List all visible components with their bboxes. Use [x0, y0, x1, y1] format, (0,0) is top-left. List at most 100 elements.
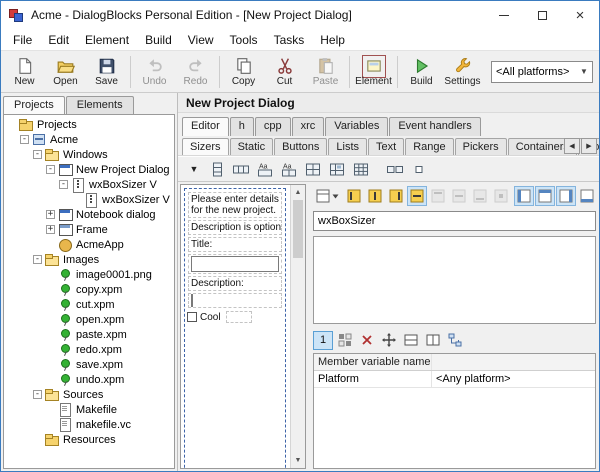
align-centre-v-icon[interactable]: [449, 186, 469, 206]
tree-item[interactable]: copy.xpm: [4, 282, 174, 297]
member-table-row[interactable]: Platform <Any platform>: [314, 371, 595, 388]
tree-item[interactable]: save.xpm: [4, 357, 174, 372]
tree-item[interactable]: image0001.png: [4, 267, 174, 282]
menu-view[interactable]: View: [180, 31, 222, 49]
member-count-button[interactable]: 1: [313, 331, 333, 350]
border-left-icon[interactable]: [514, 186, 534, 206]
tree-item[interactable]: paste.xpm: [4, 327, 174, 342]
align-centre-h-icon[interactable]: [365, 186, 385, 206]
preview-checkbox-row[interactable]: Cool: [187, 311, 283, 323]
scrollbar-thumb[interactable]: [293, 200, 303, 258]
menu-build[interactable]: Build: [137, 31, 180, 49]
tree-item[interactable]: undo.xpm: [4, 372, 174, 387]
tab-pickers[interactable]: Pickers: [455, 138, 507, 155]
wxGridSizer-icon[interactable]: [302, 159, 324, 179]
tree-item[interactable]: - Images: [4, 252, 174, 267]
element-button[interactable]: Element: [353, 51, 394, 92]
title-field[interactable]: [191, 256, 279, 272]
tree-item[interactable]: - Sources: [4, 387, 174, 402]
tab-buttons[interactable]: Buttons: [274, 138, 327, 155]
tab-event-handlers[interactable]: Event handlers: [389, 117, 480, 136]
tree-item[interactable]: - New Project Dialog: [4, 162, 174, 177]
scroll-up-icon[interactable]: ▲: [291, 185, 305, 200]
preview-description-field-wrap[interactable]: [188, 293, 282, 308]
border-top-icon[interactable]: [535, 186, 555, 206]
close-button[interactable]: ×: [561, 1, 599, 29]
preview-title-label[interactable]: Title:: [188, 237, 282, 252]
tree-item[interactable]: AcmeApp: [4, 237, 174, 252]
preview-intro-text[interactable]: Please enter details for the new project…: [188, 192, 282, 218]
new-button[interactable]: New: [4, 51, 45, 92]
description-field[interactable]: [191, 294, 193, 307]
wxGridBagSizer-icon[interactable]: [350, 159, 372, 179]
tab-xrc[interactable]: xrc: [292, 117, 325, 136]
tree-expander[interactable]: -: [46, 165, 55, 174]
tree-expander[interactable]: -: [33, 255, 42, 264]
platform-select[interactable]: <All platforms> ▼: [491, 61, 593, 83]
canvas-vertical-scrollbar[interactable]: ▲ ▼: [290, 185, 305, 468]
paste-button[interactable]: Paste: [305, 51, 346, 92]
dialog-preview[interactable]: Please enter details for the new project…: [184, 188, 286, 468]
tree-expander[interactable]: +: [46, 225, 55, 234]
platform-value-cell[interactable]: <Any platform>: [432, 373, 595, 385]
tree-item[interactable]: + Notebook dialog: [4, 207, 174, 222]
tree-item[interactable]: Projects: [4, 117, 174, 132]
tab-cpp[interactable]: cpp: [255, 117, 291, 136]
tree-expander[interactable]: +: [46, 210, 55, 219]
tree-item[interactable]: redo.xpm: [4, 342, 174, 357]
tab-static[interactable]: Static: [230, 138, 274, 155]
cut-button[interactable]: Cut: [264, 51, 305, 92]
tree-expander[interactable]: -: [33, 150, 42, 159]
save-button[interactable]: Save: [86, 51, 127, 92]
tab-text[interactable]: Text: [368, 138, 404, 155]
platform-cell[interactable]: Platform: [314, 371, 432, 387]
align-right-icon[interactable]: [386, 186, 406, 206]
tab-h[interactable]: h: [230, 117, 254, 136]
hierarchy-icon[interactable]: [445, 331, 465, 350]
wxFlexGridSizer-icon[interactable]: [326, 159, 348, 179]
tree-item[interactable]: wxBoxSizer V: [4, 192, 174, 207]
tree-expander[interactable]: -: [33, 390, 42, 399]
tree-item[interactable]: - Windows: [4, 147, 174, 162]
tab-elements[interactable]: Elements: [66, 96, 134, 114]
move-icon[interactable]: [379, 331, 399, 350]
palette-dropdown-icon[interactable]: ▼: [184, 159, 204, 179]
wxStdDialogButtonSizer-icon[interactable]: [384, 159, 406, 179]
tree-item[interactable]: makefile.vc: [4, 417, 174, 432]
align-bottom-icon[interactable]: [470, 186, 490, 206]
wxStaticBoxSizer-vertical-icon[interactable]: Aa: [254, 159, 276, 179]
design-canvas[interactable]: Please enter details for the new project…: [181, 185, 290, 468]
copy-button[interactable]: Copy: [223, 51, 264, 92]
undo-button[interactable]: Undo: [134, 51, 175, 92]
sizer-flags-menu-icon[interactable]: [313, 186, 343, 206]
checker-icon[interactable]: [335, 331, 355, 350]
minimize-button[interactable]: [485, 1, 523, 29]
spacer-preview[interactable]: [226, 311, 252, 323]
split-vertical-icon[interactable]: [423, 331, 443, 350]
sizer-contents-list[interactable]: [313, 236, 596, 324]
tree-item[interactable]: - Acme: [4, 132, 174, 147]
wxBoxSizer-vertical-icon[interactable]: [206, 159, 228, 179]
tree-item[interactable]: open.xpm: [4, 312, 174, 327]
delete-icon[interactable]: [357, 331, 377, 350]
tab-sizers[interactable]: Sizers: [182, 138, 229, 155]
tree-item[interactable]: Makefile: [4, 402, 174, 417]
project-tree[interactable]: Projects - Acme - Windows -: [3, 114, 175, 469]
menu-file[interactable]: File: [5, 31, 40, 49]
tab-projects[interactable]: Projects: [3, 96, 65, 114]
tree-item[interactable]: - wxBoxSizer V: [4, 177, 174, 192]
tab-scroll-right-icon[interactable]: ▶: [581, 138, 597, 154]
sizer-name-input[interactable]: [313, 211, 596, 231]
preview-optional-text[interactable]: Description is optional: [188, 220, 282, 235]
redo-button[interactable]: Redo: [175, 51, 216, 92]
tree-item[interactable]: cut.xpm: [4, 297, 174, 312]
shrink-icon[interactable]: [491, 186, 511, 206]
maximize-button[interactable]: [523, 1, 561, 29]
tab-scroll-left-icon[interactable]: ◀: [564, 138, 580, 154]
border-bottom-icon[interactable]: [577, 186, 597, 206]
tree-expander[interactable]: -: [20, 135, 29, 144]
tree-item[interactable]: + Frame: [4, 222, 174, 237]
tree-expander[interactable]: -: [59, 180, 68, 189]
tab-lists[interactable]: Lists: [328, 138, 367, 155]
open-button[interactable]: Open: [45, 51, 86, 92]
